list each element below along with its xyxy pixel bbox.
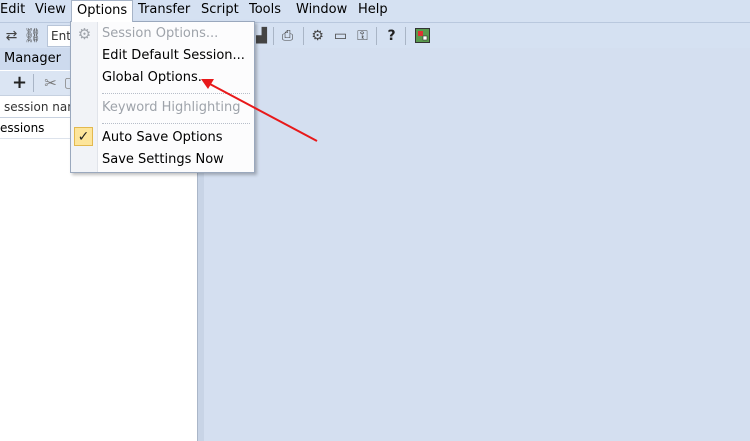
print-icon[interactable]: ⎙: [279, 27, 296, 44]
gear-icon[interactable]: ⚙: [309, 27, 326, 44]
menu-icon-gutter: [71, 22, 98, 172]
toolbar-separator: [273, 27, 274, 45]
toolbar-separator: [376, 27, 377, 45]
session-filter-placeholder: session nan: [4, 100, 75, 114]
toolbar-separator: [405, 27, 406, 45]
menubar: Edit View Options Transfer Script Tools …: [0, 0, 750, 23]
toolbar-separator: [303, 27, 304, 45]
menu-item-save-settings-now[interactable]: Save Settings Now: [102, 149, 224, 171]
menu-transfer[interactable]: Transfer: [138, 0, 190, 21]
toolbar-separator: [33, 74, 34, 92]
menu-item-edit-default-session[interactable]: Edit Default Session...: [102, 45, 245, 67]
options-menu-dropdown: ⚙ Session Options... Edit Default Sessio…: [70, 21, 255, 173]
checkmark-icon: ✓: [74, 127, 93, 146]
menu-separator: [102, 123, 250, 124]
menu-separator: [102, 93, 250, 94]
gear-icon: ⚙: [77, 24, 92, 43]
menu-item-keyword-highlighting: Keyword Highlighting: [102, 100, 241, 115]
reconnect-icon[interactable]: ⇄: [3, 27, 20, 44]
help-icon[interactable]: ?: [383, 27, 400, 44]
menu-script[interactable]: Script: [201, 0, 239, 21]
cut-icon[interactable]: ✂: [42, 74, 59, 92]
menu-tools[interactable]: Tools: [249, 0, 281, 21]
link-icon[interactable]: ⛓: [24, 27, 42, 44]
menu-item-auto-save-options[interactable]: Auto Save Options: [102, 127, 223, 149]
menu-edit[interactable]: Edit: [0, 0, 25, 21]
menu-item-global-options[interactable]: Global Options...: [102, 67, 210, 89]
key-icon[interactable]: ⚿: [354, 27, 371, 44]
menu-view[interactable]: View: [35, 0, 66, 21]
map-icon[interactable]: [414, 27, 431, 44]
sessions-tree-label: essions: [0, 121, 45, 135]
session-manager-title: Manager: [4, 51, 61, 66]
terminal-workspace: [204, 48, 750, 441]
menu-options[interactable]: Options: [71, 0, 134, 22]
keyboard-icon[interactable]: ▭: [332, 27, 349, 44]
menu-window[interactable]: Window: [296, 0, 347, 21]
menu-item-session-options: Session Options...: [102, 26, 219, 41]
find-icon[interactable]: ▟: [253, 27, 270, 44]
menu-help[interactable]: Help: [358, 0, 388, 21]
plus-icon[interactable]: +: [11, 72, 28, 93]
